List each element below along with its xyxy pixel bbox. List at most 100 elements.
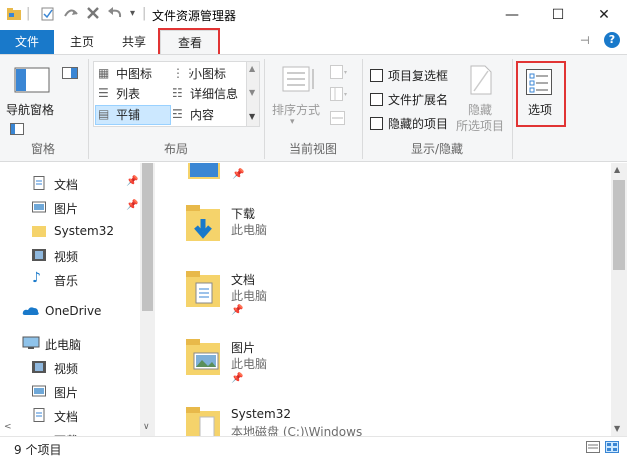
item-checkboxes-checkbox[interactable] xyxy=(370,69,383,82)
content-scroll-down-icon[interactable]: ▼ xyxy=(614,424,620,433)
status-bar: 9 个项目 xyxy=(0,436,627,459)
layout-group-label: 布局 xyxy=(163,142,188,156)
documents-folder-icon xyxy=(186,271,222,311)
large-icons-view-icon[interactable] xyxy=(605,441,619,456)
help-icon[interactable]: ? xyxy=(604,32,620,48)
layout-small-icons[interactable]: 小图标 xyxy=(190,65,226,82)
list-item[interactable]: 文档 此电脑 📌 xyxy=(186,267,486,333)
layout-details[interactable]: 详细信息 xyxy=(190,85,238,102)
document-icon xyxy=(32,176,46,190)
tab-home[interactable]: 主页 xyxy=(58,30,106,54)
folder-icon xyxy=(32,224,46,238)
nav-item-videos[interactable]: 视频 xyxy=(0,244,140,268)
layout-gallery-scroll[interactable]: ▲ ▼ ▼ xyxy=(246,61,260,127)
group-by-icon[interactable] xyxy=(330,65,348,79)
nav-item-this-pc[interactable]: 此电脑 xyxy=(0,332,140,356)
nav-pane-label[interactable]: 导航窗格 xyxy=(6,101,54,118)
hidden-items-checkbox[interactable] xyxy=(370,117,383,130)
item-location: 本地磁盘 (C:)\Windows xyxy=(231,425,363,436)
content-scroll-up-icon[interactable]: ▲ xyxy=(614,165,620,174)
hide-selected-line2[interactable]: 所选项目 xyxy=(456,117,504,134)
nav-label: 此电脑 xyxy=(45,338,82,352)
picture-icon xyxy=(32,200,46,214)
content-icon: ☲ xyxy=(172,107,183,121)
sort-by-button[interactable]: 排序方式 xyxy=(272,101,320,118)
item-checkboxes-label[interactable]: 项目复选框 xyxy=(388,67,448,84)
layout-tiles[interactable]: 平铺 xyxy=(116,106,140,123)
nav-item-onedrive[interactable]: OneDrive xyxy=(0,300,140,324)
nav-label: 图片 xyxy=(54,386,79,400)
list-item[interactable]: 图片 此电脑 📌 xyxy=(186,335,486,401)
details-view-icon[interactable] xyxy=(586,441,600,456)
file-extensions-checkbox[interactable] xyxy=(370,93,383,106)
nav-item-music[interactable]: ♪ 音乐 xyxy=(0,268,140,292)
scroll-up-icon[interactable]: ▲ xyxy=(249,64,255,73)
sort-by-icon[interactable] xyxy=(282,65,316,96)
sort-dropdown-icon[interactable]: ▾ xyxy=(290,117,295,127)
nav-scroll-down-icon[interactable]: ∨ xyxy=(143,422,150,432)
pin-ribbon-icon[interactable]: ⊣ xyxy=(580,34,590,47)
add-columns-icon[interactable] xyxy=(330,87,348,101)
pin-icon: 📌 xyxy=(126,176,139,187)
item-location: 此电脑 xyxy=(231,289,268,303)
layout-list[interactable]: 列表 xyxy=(116,85,140,102)
item-count: 9 个项目 xyxy=(14,443,62,457)
navigation-pane-icon[interactable] xyxy=(14,67,50,96)
new-folder-icon[interactable] xyxy=(63,6,79,27)
file-extensions-label[interactable]: 文件扩展名 xyxy=(388,91,448,108)
cloud-icon xyxy=(22,304,39,318)
hide-selected-icon[interactable] xyxy=(470,65,492,98)
list-item[interactable]: System32 本地磁盘 (C:)\Windows xyxy=(186,403,486,436)
pictures-folder-icon xyxy=(186,339,222,379)
navigation-pane: 文档 📌 图片 📌 System32 视频 ♪ 音乐 OneDrive 此电脑 … xyxy=(0,163,155,436)
ribbon: 导航窗格 窗格 ▦ 中图标 ⋮⋮ 小图标 ☰ 列表 ☷ 详细信息 ▤ 平铺 ☲ … xyxy=(0,54,627,162)
file-list: 📌 下载 此电脑 文档 此电脑 📌 图片 此电脑 📌 System32 本地磁盘… xyxy=(156,163,611,436)
separator: | xyxy=(142,6,147,21)
item-name: 下载 xyxy=(231,207,256,221)
nav-hscroll-left-icon[interactable]: < xyxy=(4,422,12,432)
nav-item-system32[interactable]: System32 xyxy=(0,220,140,244)
maximize-button[interactable]: ☐ xyxy=(535,0,581,30)
system32-folder-icon xyxy=(186,407,222,436)
nav-item-pc-videos[interactable]: 视频 xyxy=(0,356,140,380)
list-item[interactable]: 下载 此电脑 xyxy=(186,201,486,267)
medium-icons-icon: ▦ xyxy=(98,66,110,80)
item-location: 此电脑 xyxy=(231,223,268,237)
content-scrollbar-thumb[interactable] xyxy=(613,180,625,270)
size-columns-icon[interactable] xyxy=(330,111,348,125)
pin-icon: 📌 xyxy=(231,373,244,384)
tab-share[interactable]: 共享 xyxy=(110,30,158,54)
tiles-icon: ▤ xyxy=(98,107,110,121)
computer-icon xyxy=(22,336,40,350)
nav-item-pc-downloads[interactable]: 下载 xyxy=(0,428,140,436)
item-location: 此电脑 xyxy=(231,357,268,371)
nav-label: 图片 xyxy=(54,202,79,216)
folder-app-icon xyxy=(6,6,22,27)
ribbon-tabs: 文件 主页 共享 查看 ⊣ ? xyxy=(0,30,627,54)
item-name: System32 xyxy=(231,407,292,421)
preview-pane-icon[interactable] xyxy=(62,67,78,82)
pin-icon: 📌 xyxy=(126,200,139,211)
nav-item-pictures[interactable]: 图片 📌 xyxy=(0,196,140,220)
separator: | xyxy=(26,6,31,21)
nav-scrollbar-thumb[interactable] xyxy=(142,163,153,311)
properties-icon[interactable] xyxy=(40,6,56,27)
hidden-items-label[interactable]: 隐藏的项目 xyxy=(388,115,448,132)
undo-icon[interactable] xyxy=(107,6,123,27)
details-pane-icon[interactable] xyxy=(10,123,24,138)
current-view-group-label: 当前视图 xyxy=(288,142,337,156)
minimize-button[interactable]: — xyxy=(489,0,535,30)
customize-dropdown-icon[interactable]: ▾ xyxy=(130,6,135,22)
scroll-down-icon[interactable]: ▼ xyxy=(249,88,255,97)
delete-icon[interactable] xyxy=(86,6,100,25)
tab-file[interactable]: 文件 xyxy=(0,30,54,54)
layout-content[interactable]: 内容 xyxy=(190,106,214,123)
close-button[interactable]: ✕ xyxy=(581,0,627,30)
expand-gallery-icon[interactable]: ▼ xyxy=(249,112,255,121)
nav-item-pc-documents[interactable]: 文档 xyxy=(0,404,140,428)
nav-item-pc-pictures[interactable]: 图片 xyxy=(0,380,140,404)
pin-icon: 📌 xyxy=(231,305,244,316)
nav-item-documents[interactable]: 文档 📌 xyxy=(0,172,140,196)
layout-medium-icons[interactable]: 中图标 xyxy=(116,65,152,82)
hide-selected-line1[interactable]: 隐藏 xyxy=(468,101,492,118)
